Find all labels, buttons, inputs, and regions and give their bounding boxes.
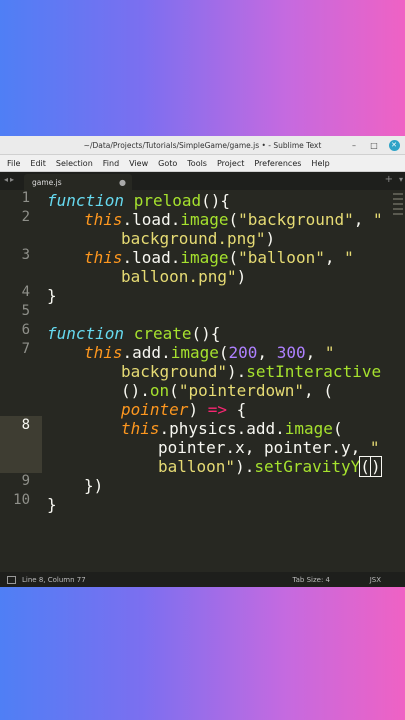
menu-help[interactable]: Help <box>306 159 334 168</box>
panel-toggle-icon[interactable] <box>7 575 16 584</box>
status-bar: Line 8, Column 77 Tab Size: 4 JSX <box>0 572 405 587</box>
menu-edit[interactable]: Edit <box>25 159 51 168</box>
cursor-position: Line 8, Column 77 <box>22 575 86 584</box>
syntax-selector[interactable]: JSX <box>370 576 381 584</box>
code-line-active: this.physics.add.image( <box>121 419 343 438</box>
tab-nav-arrows-icon[interactable]: ◂▸ <box>4 175 16 184</box>
code-line-wrap: balloon").setGravityY() <box>158 456 382 477</box>
code-line: this.add.image(200, 300, " <box>84 343 335 362</box>
new-tab-icon[interactable]: + <box>385 174 393 185</box>
menu-file[interactable]: File <box>2 159 25 168</box>
tab-game-js[interactable]: game.js ● <box>24 174 132 190</box>
code-line: function create(){ <box>47 324 221 343</box>
line-number: 10 <box>13 492 30 508</box>
title-bar: ~/Data/Projects/Tutorials/SimpleGame/gam… <box>0 136 405 155</box>
line-number: 2 <box>21 209 30 225</box>
tab-size-selector[interactable]: Tab Size: 4 <box>293 576 330 584</box>
close-icon: ✕ <box>388 139 400 151</box>
code-line: } <box>47 495 57 514</box>
code-line-wrap: ().on("pointerdown", ( <box>121 381 333 400</box>
tab-bar: ◂▸ game.js ● + ▾ <box>0 172 405 190</box>
line-number: 5 <box>21 303 30 319</box>
code-line: } <box>47 286 57 305</box>
line-number: 7 <box>21 341 30 357</box>
matched-paren-close: ) <box>369 456 382 477</box>
sublime-window: ~/Data/Projects/Tutorials/SimpleGame/gam… <box>0 136 405 587</box>
menu-goto[interactable]: Goto <box>153 159 182 168</box>
line-number: 1 <box>21 190 30 206</box>
menu-bar: File Edit Selection Find View Goto Tools… <box>0 155 405 172</box>
line-number: 4 <box>21 284 30 300</box>
code-line-wrap: background.png") <box>121 229 276 248</box>
menu-view[interactable]: View <box>124 159 153 168</box>
menu-selection[interactable]: Selection <box>51 159 98 168</box>
line-number: 6 <box>21 322 30 338</box>
line-number: 3 <box>21 247 30 263</box>
unsaved-dot-icon[interactable]: ● <box>119 178 126 187</box>
line-gutter: 1 2 3 4 5 6 7 8 9 10 <box>0 190 42 571</box>
menu-preferences[interactable]: Preferences <box>249 159 306 168</box>
code-line-wrap: balloon.png") <box>121 267 247 286</box>
code-line-wrap: pointer) => { <box>121 400 247 419</box>
code-line: function preload(){ <box>47 191 231 210</box>
line-number-active: 8 <box>21 417 30 433</box>
matched-paren-open: ( <box>359 456 371 477</box>
maximize-icon: □ <box>370 140 378 150</box>
code-line: this.load.image("background", " <box>84 210 383 229</box>
window-title: ~/Data/Projects/Tutorials/SimpleGame/gam… <box>83 140 322 150</box>
minimize-button[interactable]: – <box>345 136 363 154</box>
minimize-icon: – <box>352 140 356 150</box>
code-line-wrap: background").setInteractive <box>121 362 382 381</box>
code-line: this.load.image("balloon", " <box>84 248 354 267</box>
tab-dropdown-icon[interactable]: ▾ <box>399 175 403 184</box>
menu-find[interactable]: Find <box>98 159 124 168</box>
minimap[interactable] <box>391 190 405 230</box>
tab-label: game.js <box>32 177 62 187</box>
code-editor[interactable]: 1 2 3 4 5 6 7 8 9 10 function preload(){… <box>0 190 405 571</box>
code-line: }) <box>84 476 104 495</box>
menu-tools[interactable]: Tools <box>182 159 212 168</box>
menu-project[interactable]: Project <box>212 159 249 168</box>
code-line-wrap: pointer.x, pointer.y, " <box>158 438 380 457</box>
maximize-button[interactable]: □ <box>365 136 383 154</box>
close-button[interactable]: ✕ <box>385 136 403 154</box>
line-number: 9 <box>21 473 30 489</box>
